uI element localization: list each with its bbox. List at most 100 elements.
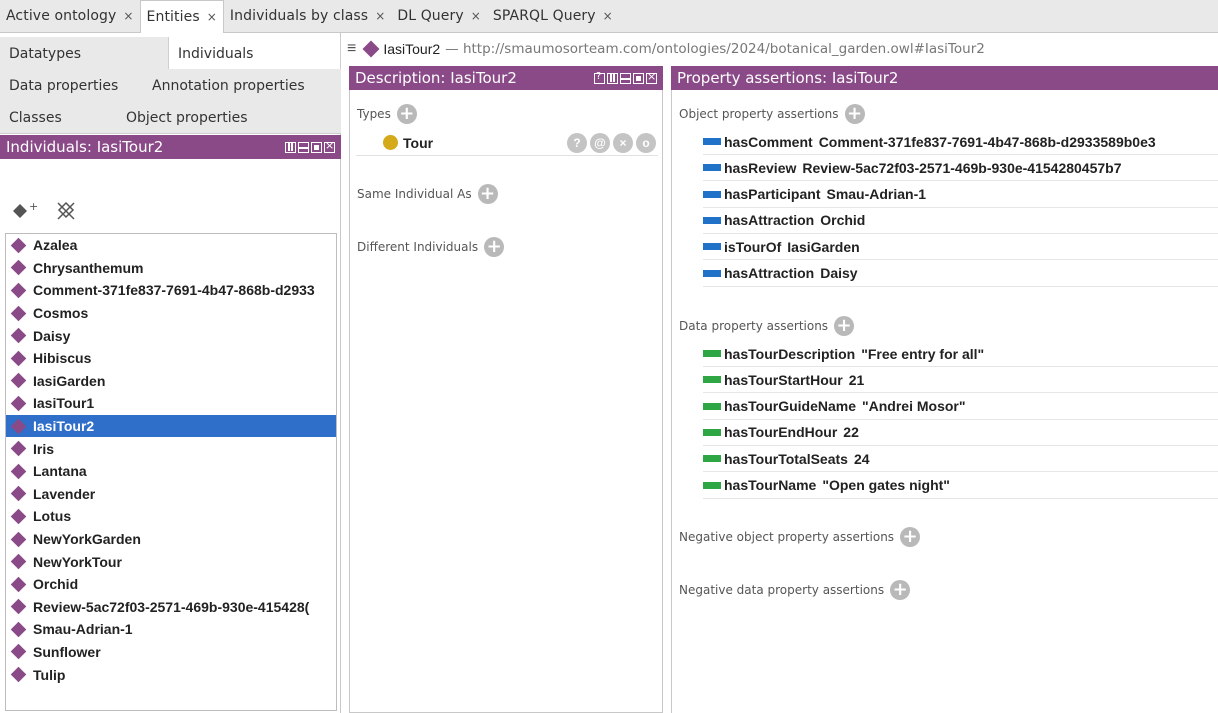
maximize-icon[interactable] (633, 72, 644, 84)
close-icon[interactable]: × (123, 9, 133, 23)
close-icon[interactable]: × (603, 9, 613, 23)
tab-entities[interactable]: Entities × (139, 0, 224, 33)
type-row[interactable]: Tour ? @ × o (356, 130, 658, 156)
individual-label: IasiTour2 (33, 418, 95, 435)
list-item[interactable]: Azalea (6, 234, 336, 257)
add-negative-object-property-icon[interactable]: + (900, 527, 921, 547)
data-property-icon (703, 350, 721, 357)
list-item[interactable]: NewYorkTour (6, 550, 336, 573)
view-window-controls (285, 139, 335, 153)
list-item[interactable]: IasiTour2 (6, 414, 336, 438)
minimize-icon[interactable] (298, 141, 309, 153)
list-item[interactable]: Review-5ac72f03-2571-469b-930e-415428( (6, 596, 336, 619)
tab-individuals-by-class[interactable]: Individuals by class × (224, 0, 391, 32)
data-property-icon (703, 376, 721, 384)
tab-individuals[interactable]: Individuals (168, 37, 341, 70)
add-type-icon[interactable]: + (396, 104, 417, 124)
close-icon[interactable]: × (375, 9, 385, 23)
tab-datatypes[interactable]: Datatypes (0, 37, 90, 70)
help-icon[interactable] (594, 71, 605, 84)
list-item[interactable]: IasiGarden (6, 370, 336, 393)
individual-label: Tulip (33, 666, 66, 683)
assertion-row[interactable]: hasTourEndHour 22 (703, 420, 1218, 446)
assertion-row[interactable]: hasParticipant Smau-Adrian-1 (703, 182, 1218, 208)
explain-icon[interactable]: ? (567, 132, 587, 153)
list-item[interactable]: Lotus (6, 505, 336, 528)
tab-object-properties[interactable]: Object properties (117, 101, 257, 134)
assertion-row[interactable]: hasAttraction Daisy (703, 261, 1218, 287)
add-same-individual-icon[interactable]: + (477, 184, 498, 204)
individual-icon (10, 305, 27, 321)
individual-label: Review-5ac72f03-2571-469b-930e-415428( (33, 598, 310, 615)
tab-classes[interactable]: Classes (0, 101, 71, 134)
close-icon[interactable]: × (471, 9, 481, 23)
list-item[interactable]: Tulip (6, 663, 336, 686)
view-window-controls (594, 70, 657, 84)
list-item[interactable]: Hibiscus (6, 347, 336, 370)
add-data-property-icon[interactable]: + (834, 316, 855, 336)
negative-data-property-section: Negative data property assertions + (679, 580, 911, 600)
add-different-individual-icon[interactable]: + (484, 237, 505, 257)
individual-icon (10, 599, 27, 615)
edit-icon[interactable]: o (636, 132, 656, 153)
add-negative-data-property-icon[interactable]: + (890, 580, 911, 600)
tab-dl-query[interactable]: DL Query × (391, 0, 487, 32)
remove-icon[interactable]: × (613, 132, 633, 153)
class-icon (383, 135, 398, 150)
list-item[interactable]: Orchid (6, 573, 336, 596)
add-object-property-icon[interactable]: + (844, 104, 865, 124)
list-item[interactable]: Iris (6, 437, 336, 460)
assertion-row[interactable]: hasTourStartHour 21 (703, 367, 1218, 394)
assertion-row[interactable]: hasTourTotalSeats 24 (703, 446, 1218, 473)
property-value: Comment-371fe837-7691-4b47-868b-d2933589… (818, 133, 1156, 150)
individual-icon (10, 327, 27, 344)
tab-annotation-properties[interactable]: Annotation properties (143, 69, 314, 102)
list-item[interactable]: Cosmos (6, 302, 336, 325)
view-title: Description: IasiTour2 (355, 69, 517, 87)
data-property-icon (703, 402, 721, 410)
delete-individual-icon[interactable] (55, 200, 77, 222)
maximize-icon[interactable] (311, 141, 322, 153)
property-name: hasTourGuideName (724, 398, 856, 415)
tab-sparql-query[interactable]: SPARQL Query × (487, 0, 619, 32)
object-property-icon (703, 164, 721, 172)
list-item[interactable]: Daisy (6, 324, 336, 347)
negative-data-property-label: Negative data property assertions (679, 583, 885, 597)
assertion-row[interactable]: hasReview Review-5ac72f03-2571-469b-930e-… (703, 155, 1218, 182)
list-item[interactable]: Chrysanthemum (6, 257, 336, 280)
assertion-row[interactable]: hasTourGuideName "Andrei Mosor" (703, 394, 1218, 420)
property-name: hasReview (724, 159, 797, 176)
assertion-row[interactable]: hasAttraction Orchid (703, 208, 1218, 234)
close-icon[interactable]: × (207, 10, 217, 24)
property-name: hasTourDescription (724, 345, 856, 362)
list-item[interactable]: Comment-371fe837-7691-4b47-868b-d2933 (6, 279, 336, 302)
list-item[interactable]: Lantana (6, 460, 336, 483)
menu-icon[interactable]: ≡ (347, 40, 356, 58)
minimize-icon[interactable] (620, 72, 631, 84)
same-individual-section: Same Individual As + (357, 184, 498, 204)
pause-icon[interactable] (285, 141, 296, 153)
list-item[interactable]: NewYorkGarden (6, 528, 336, 551)
list-item[interactable]: IasiTour1 (6, 392, 336, 415)
add-individual-icon[interactable]: + (12, 201, 38, 221)
individual-icon (10, 621, 27, 638)
annotate-icon[interactable]: @ (590, 132, 610, 153)
tab-data-properties[interactable]: Data properties (0, 69, 127, 102)
pause-icon[interactable] (607, 72, 618, 84)
assertion-row[interactable]: hasComment Comment-371fe837-7691-4b47-868… (703, 129, 1218, 155)
individual-icon (362, 40, 380, 58)
assertion-row[interactable]: isTourOf IasiGarden (703, 234, 1218, 261)
object-property-icon (703, 138, 721, 145)
close-icon[interactable] (324, 139, 335, 153)
property-value: Review-5ac72f03-2571-469b-930e-415428045… (802, 159, 1122, 176)
individuals-list[interactable]: Azalea Chrysanthemum Comment-371fe837-7691… (5, 233, 337, 711)
list-item[interactable]: Lavender (6, 483, 336, 506)
list-item[interactable]: Sunflower (6, 641, 336, 664)
close-icon[interactable] (646, 70, 657, 84)
individual-label: Azalea (33, 237, 78, 254)
tab-active-ontology[interactable]: Active ontology × (0, 0, 140, 32)
list-item[interactable]: Smau-Adrian-1 (6, 618, 336, 641)
property-value: "Andrei Mosor" (862, 398, 966, 415)
assertion-row[interactable]: hasTourDescription "Free entry for all" (703, 341, 1218, 367)
assertion-row[interactable]: hasTourName "Open gates night" (703, 473, 1218, 499)
